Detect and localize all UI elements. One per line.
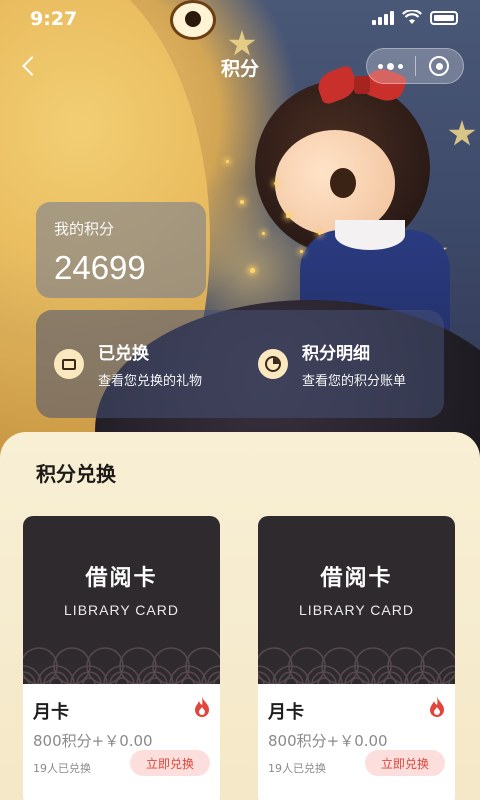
link-title: 积分明细 xyxy=(302,344,370,364)
points-card: 我的积分 24699 xyxy=(36,202,206,298)
status-icons xyxy=(372,10,458,25)
sparkle xyxy=(250,268,255,273)
section-title: 积分兑换 xyxy=(36,462,116,486)
status-time: 9:27 xyxy=(30,8,78,30)
status-bar: 9:27 xyxy=(0,0,480,40)
points-label: 我的积分 xyxy=(54,220,115,238)
link-subtitle: 查看您的积分账单 xyxy=(302,374,407,389)
product-name: 月卡 xyxy=(268,702,304,723)
product-info: 月卡 800积分+￥0.00 19人已兑换 立即兑换 xyxy=(258,684,455,800)
pie-chart-icon xyxy=(258,349,288,379)
sparkle xyxy=(318,232,321,235)
ticket-icon xyxy=(54,349,84,379)
sparkle xyxy=(274,182,277,185)
mini-program-capsule xyxy=(366,48,464,84)
battery-icon xyxy=(430,10,458,25)
points-detail-link[interactable]: 积分明细 查看您的积分账单 xyxy=(240,310,444,418)
product-card[interactable]: 借阅卡 LIBRARY CARD 月卡 800积分+￥0.00 19人已兑换 立… xyxy=(23,516,220,800)
girl-collar xyxy=(335,220,405,250)
cover-title: 借阅卡 xyxy=(320,566,393,591)
product-card[interactable]: 借阅卡 LIBRARY CARD 月卡 800积分+￥0.00 19人已兑换 立… xyxy=(258,516,455,800)
redeem-button[interactable]: 立即兑换 xyxy=(365,750,445,776)
product-name: 月卡 xyxy=(33,702,69,723)
wave-pattern xyxy=(23,647,220,684)
sparkle xyxy=(286,214,290,218)
wifi-icon xyxy=(402,10,422,24)
exchange-section: 积分兑换 借阅卡 LIBRARY CARD 月卡 800积分+￥0.00 19人… xyxy=(0,432,480,800)
cover-subtitle: LIBRARY CARD xyxy=(299,602,414,618)
product-cover: 借阅卡 LIBRARY CARD xyxy=(23,516,220,684)
redeem-count: 19人已兑换 xyxy=(33,762,91,775)
sparkle xyxy=(226,160,229,163)
points-value: 24699 xyxy=(54,249,146,286)
nav-bar: 积分 xyxy=(0,44,480,88)
cover-title: 借阅卡 xyxy=(85,566,158,591)
redeem-count: 19人已兑换 xyxy=(268,762,326,775)
fire-icon xyxy=(430,697,444,717)
product-price: 800积分+￥0.00 xyxy=(33,732,153,750)
fire-icon xyxy=(195,697,209,717)
product-price: 800积分+￥0.00 xyxy=(268,732,388,750)
sparkle xyxy=(240,200,244,204)
link-subtitle: 查看您兑换的礼物 xyxy=(98,374,203,389)
product-cover: 借阅卡 LIBRARY CARD xyxy=(258,516,455,684)
sparkle xyxy=(262,232,265,235)
wave-pattern xyxy=(258,647,455,684)
points-links-card: 已兑换 查看您兑换的礼物 积分明细 查看您的积分账单 xyxy=(36,310,444,418)
cover-subtitle: LIBRARY CARD xyxy=(64,602,179,618)
redeem-button[interactable]: 立即兑换 xyxy=(130,750,210,776)
star-decoration xyxy=(448,120,476,146)
signal-icon xyxy=(372,10,394,25)
girl-eye xyxy=(330,168,356,198)
redeemed-link[interactable]: 已兑换 查看您兑换的礼物 xyxy=(36,310,240,418)
product-info: 月卡 800积分+￥0.00 19人已兑换 立即兑换 xyxy=(23,684,220,800)
link-title: 已兑换 xyxy=(98,344,149,364)
sparkle xyxy=(300,250,303,253)
target-icon[interactable] xyxy=(415,49,463,83)
more-dots-icon[interactable] xyxy=(367,49,415,83)
